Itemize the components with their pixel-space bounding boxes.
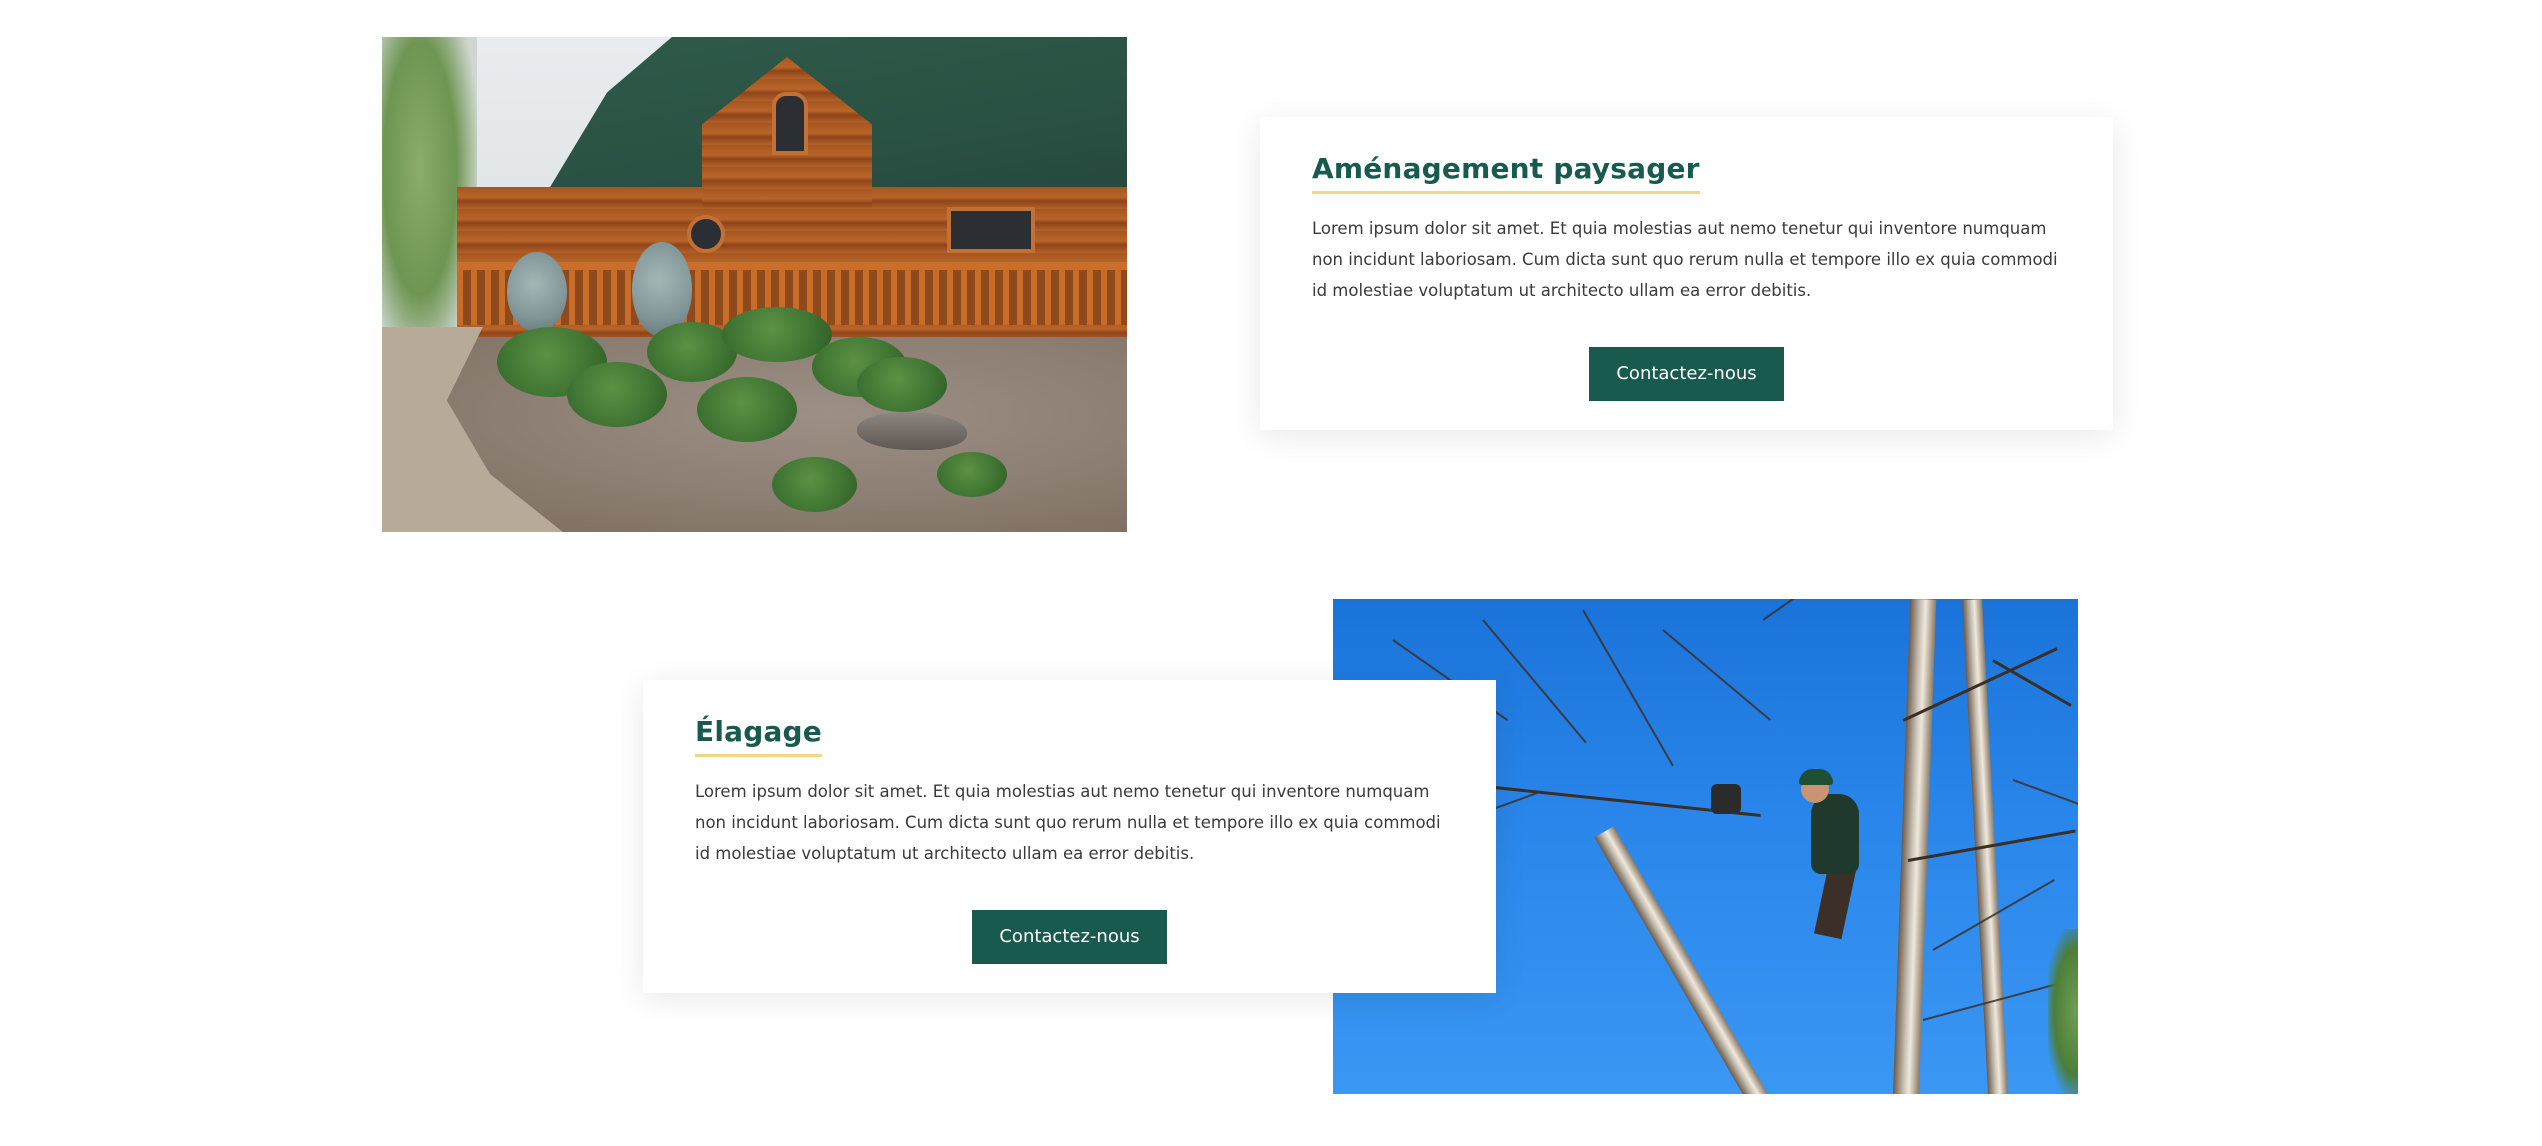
worker-body [1811,794,1859,874]
card-description: Lorem ipsum dolor sit amet. Et quia mole… [1312,219,2058,300]
shrub [507,252,567,332]
worker-legs [1814,864,1856,940]
shrub [937,452,1007,497]
service-card-landscaping: Aménagement paysager Lorem ipsum dolor s… [1260,117,2113,430]
cabin-window [947,207,1035,253]
tree-branch [1992,659,2072,707]
worker-cap [1799,769,1833,785]
shrub [772,457,857,512]
shrub [567,362,667,427]
card-title: Aménagement paysager [1312,151,1700,194]
cabin-window [687,215,725,253]
card-description: Lorem ipsum dolor sit amet. Et quia mole… [695,782,1441,863]
card-title: Élagage [695,714,822,757]
landscaping-photo [382,37,1127,532]
shrub [857,357,947,412]
service-card-tree-trimming: Élagage Lorem ipsum dolor sit amet. Et q… [643,680,1496,993]
tree-twig [1482,619,1587,744]
tree-twig [1662,629,1771,721]
contact-button[interactable]: Contactez-nous [1589,347,1784,401]
contact-button[interactable]: Contactez-nous [972,910,1167,964]
decorative-rock [857,412,967,450]
chainsaw [1711,784,1741,814]
tree-twig [1762,599,1871,621]
shrub [697,377,797,442]
tree-twig [1582,609,1674,767]
tree-trunk [1594,826,1774,1094]
tree-twig [2012,779,2078,805]
leaf-cluster [2048,929,2078,1094]
cabin-window [772,92,808,155]
tree-trunk [1893,599,1937,1094]
